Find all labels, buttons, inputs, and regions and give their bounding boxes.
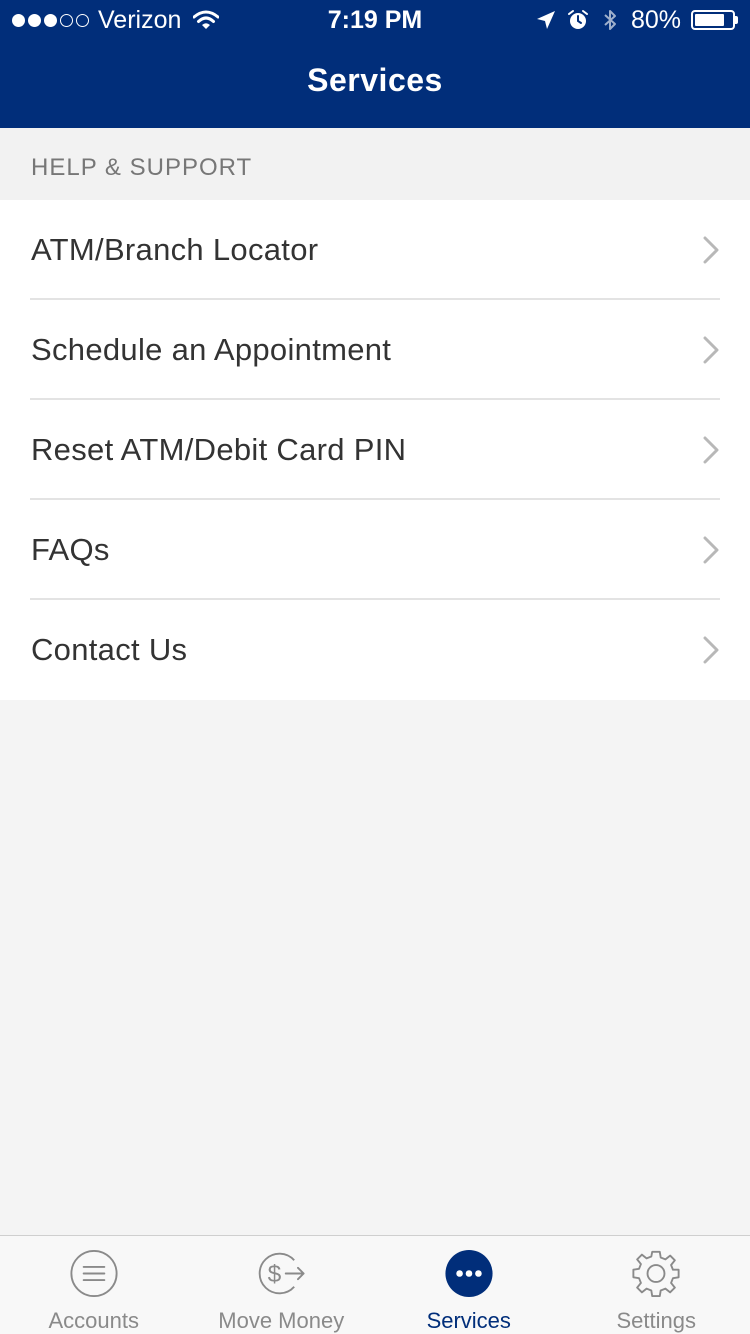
services-list: ATM/Branch Locator Schedule an Appointme… (0, 200, 750, 700)
list-item-label: Schedule an Appointment (31, 332, 392, 367)
gear-icon (632, 1250, 680, 1298)
location-icon (536, 11, 555, 29)
more-dots-icon (445, 1249, 493, 1298)
list-item-contact-us[interactable]: Contact Us (0, 600, 750, 700)
bluetooth-icon (604, 10, 616, 30)
chevron-right-icon (703, 236, 719, 264)
tab-label: Settings (616, 1308, 697, 1333)
battery-percent: 80% (630, 6, 681, 34)
list-item-label: Contact Us (31, 632, 188, 667)
tab-settings[interactable]: Settings (563, 1236, 750, 1334)
chevron-right-icon (703, 636, 719, 664)
list-item-schedule-appointment[interactable]: Schedule an Appointment (0, 300, 750, 400)
chevron-right-icon (703, 336, 719, 364)
app-header: Verizon 7:19 PM 80% Services (0, 0, 750, 128)
tab-label: Move Money (218, 1308, 345, 1333)
tab-move-money[interactable]: $ Move Money (188, 1236, 376, 1334)
list-icon (70, 1249, 118, 1298)
battery-icon (691, 10, 738, 30)
section-header: HELP & SUPPORT (0, 128, 750, 200)
chevron-right-icon (703, 536, 719, 564)
list-item-reset-pin[interactable]: Reset ATM/Debit Card PIN (0, 400, 750, 500)
list-item-label: ATM/Branch Locator (31, 232, 319, 267)
tab-services[interactable]: Services (375, 1236, 563, 1334)
svg-text:$: $ (268, 1261, 282, 1288)
status-bar: Verizon 7:19 PM 80% (0, 0, 750, 40)
status-right: 80% (535, 0, 738, 40)
chevron-right-icon (703, 436, 719, 464)
list-item-label: FAQs (31, 532, 110, 567)
page-title: Services (307, 62, 443, 98)
dollar-transfer-icon: $ (258, 1252, 305, 1295)
alarm-icon (567, 10, 588, 29)
list-item-faqs[interactable]: FAQs (0, 500, 750, 600)
tab-accounts[interactable]: Accounts (0, 1236, 188, 1334)
list-item-atm-branch-locator[interactable]: ATM/Branch Locator (0, 200, 750, 300)
tab-bar: Accounts $ Move Money Services Settings (0, 1235, 750, 1334)
list-item-label: Reset ATM/Debit Card PIN (31, 432, 407, 467)
tab-label: Accounts (48, 1308, 140, 1333)
tab-label: Services (426, 1308, 511, 1333)
